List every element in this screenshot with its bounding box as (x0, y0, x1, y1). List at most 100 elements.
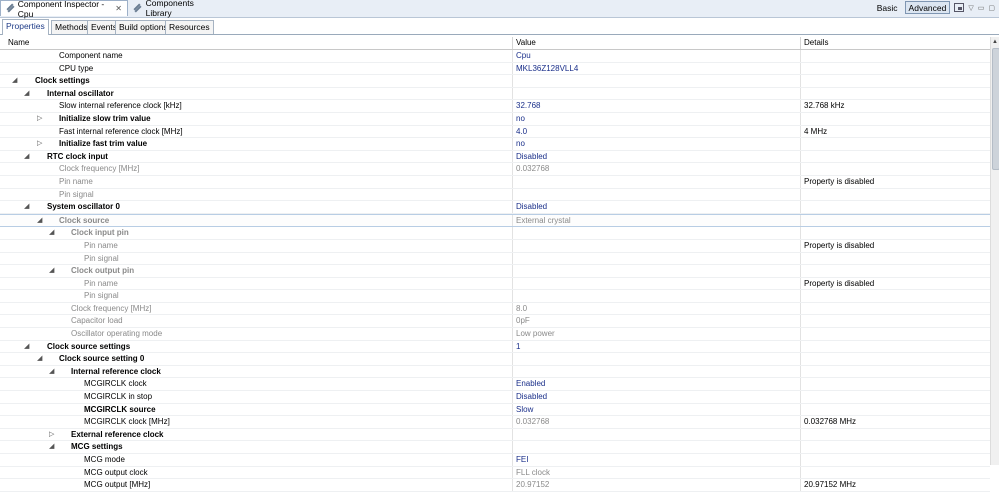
property-value[interactable]: 32.768 (516, 100, 540, 112)
table-row[interactable]: ◢ Clock source External crystal (0, 213, 990, 228)
property-value[interactable]: Disabled (516, 151, 547, 163)
table-row[interactable]: MCG output [MHz] 20.97152 20.97152 MHz (0, 479, 990, 492)
scroll-up-icon[interactable]: ▲ (992, 39, 998, 45)
expanded-arrow-icon[interactable]: ◢ (49, 265, 54, 277)
table-row[interactable]: Oscillator operating mode Low power (0, 328, 990, 341)
property-value[interactable]: FEI (516, 454, 528, 466)
column-name[interactable]: Name (8, 38, 29, 47)
property-name: MCG settings (71, 442, 123, 452)
collapsed-arrow-icon[interactable]: ▷ (37, 113, 42, 125)
table-row[interactable]: MCG output clock FLL clock (0, 466, 990, 480)
property-value[interactable]: FLL clock (516, 467, 550, 479)
table-row[interactable]: MCGIRCLK clock Enabled (0, 378, 990, 392)
expanded-arrow-icon[interactable]: ◢ (49, 366, 54, 378)
maximize-icon[interactable]: ▢ (988, 4, 995, 12)
vertical-scrollbar[interactable]: ▲ (990, 37, 999, 465)
property-name: Clock input pin (71, 228, 129, 238)
expanded-arrow-icon[interactable]: ◢ (24, 88, 29, 100)
table-row[interactable]: Slow internal reference clock [kHz] 32.76… (0, 100, 990, 113)
expanded-arrow-icon[interactable]: ◢ (49, 227, 54, 239)
expanded-arrow-icon[interactable]: ◢ (24, 151, 29, 163)
property-name: Pin signal (84, 253, 119, 263)
table-row[interactable]: Fast internal reference clock [MHz] 4.0 4 … (0, 125, 990, 139)
tab-component-inspector[interactable]: Component Inspector - Cpu ✕ (0, 0, 128, 19)
tab-resources[interactable]: Resources (165, 20, 214, 34)
table-row[interactable]: Pin signal (0, 290, 990, 303)
property-details: 4 MHz (804, 126, 828, 136)
property-details: 20.97152 MHz (804, 480, 857, 490)
property-value[interactable]: 0pF (516, 315, 530, 327)
table-row[interactable]: MCGIRCLK clock [MHz] 0.032768 0.032768 MHz (0, 416, 990, 429)
components-library-icon (133, 4, 142, 13)
expanded-arrow-icon[interactable]: ◢ (37, 215, 42, 227)
tab-properties[interactable]: Properties (2, 19, 49, 35)
table-row[interactable]: Pin name Property is disabled (0, 239, 990, 253)
property-value[interactable]: Slow (516, 404, 533, 416)
property-value[interactable]: no (516, 138, 525, 150)
table-row[interactable]: Pin signal (0, 252, 990, 266)
table-header: Name Value Details (0, 37, 990, 50)
table-row[interactable]: MCGIRCLK source Slow (0, 403, 990, 417)
table-row[interactable]: CPU type MKL36Z128VLL4 (0, 62, 990, 76)
table-row[interactable]: ◢ MCG settings (0, 441, 990, 454)
property-name: Internal oscillator (47, 88, 114, 98)
property-value[interactable]: Disabled (516, 201, 547, 213)
view-tab-bar: Component Inspector - Cpu ✕ Components L… (0, 0, 999, 19)
table-row[interactable]: Component name Cpu (0, 50, 990, 63)
property-name: Pin name (84, 278, 118, 288)
table-row[interactable]: ▷ Initialize slow trim value no (0, 112, 990, 126)
property-details: Property is disabled (804, 278, 875, 288)
expanded-arrow-icon[interactable]: ◢ (37, 353, 42, 365)
property-value[interactable]: 1 (516, 341, 520, 353)
table-row[interactable]: Pin name Property is disabled (0, 175, 990, 189)
table-row[interactable]: ◢ Clock input pin (0, 227, 990, 240)
minimize-icon[interactable]: ▭ (978, 4, 985, 12)
expanded-arrow-icon[interactable]: ◢ (24, 341, 29, 353)
property-value[interactable]: no (516, 113, 525, 125)
property-value[interactable]: MKL36Z128VLL4 (516, 63, 578, 75)
table-row[interactable]: Clock frequency [MHz] 0.032768 (0, 163, 990, 176)
table-row[interactable]: ◢ Clock output pin (0, 265, 990, 278)
table-row[interactable]: Pin signal (0, 188, 990, 202)
tab-components-library[interactable]: Components Library (128, 0, 224, 18)
view-menu-icon[interactable]: ▽ (968, 4, 973, 12)
table-row[interactable]: Clock frequency [MHz] 8.0 (0, 302, 990, 316)
property-value[interactable]: 8.0 (516, 303, 527, 315)
property-value[interactable]: Cpu (516, 50, 531, 62)
column-details[interactable]: Details (804, 38, 828, 47)
tab-methods[interactable]: Methods (51, 20, 92, 34)
close-icon[interactable]: ✕ (115, 4, 122, 13)
column-value[interactable]: Value (516, 38, 536, 47)
property-value[interactable]: Disabled (516, 391, 547, 403)
collapsed-arrow-icon[interactable]: ▷ (49, 429, 54, 441)
property-tabs: Properties Methods Events Build options … (0, 18, 999, 35)
tab-build-options[interactable]: Build options (115, 20, 172, 34)
expanded-arrow-icon[interactable]: ◢ (49, 441, 54, 453)
table-row[interactable]: ◢ Internal reference clock (0, 365, 990, 379)
property-value[interactable]: External crystal (516, 215, 571, 227)
table-row[interactable]: ◢ Clock source setting 0 (0, 353, 990, 366)
expanded-arrow-icon[interactable]: ◢ (12, 75, 17, 87)
property-value[interactable]: 20.97152 (516, 479, 549, 491)
property-value[interactable]: 0.032768 (516, 416, 549, 428)
scrollbar-thumb[interactable] (992, 48, 999, 170)
table-row[interactable]: ◢ Clock source settings 1 (0, 340, 990, 354)
table-row[interactable]: Pin name Property is disabled (0, 277, 990, 291)
expanded-arrow-icon[interactable]: ◢ (24, 201, 29, 213)
table-row[interactable]: Capacitor load 0pF (0, 315, 990, 329)
advanced-button[interactable]: Advanced (904, 1, 951, 14)
table-row[interactable]: ▷ External reference clock (0, 428, 990, 442)
property-value[interactable]: Low power (516, 328, 555, 340)
table-row[interactable]: ◢ System oscillator 0 Disabled (0, 201, 990, 214)
table-row[interactable]: MCGIRCLK in stop Disabled (0, 391, 990, 404)
table-row[interactable]: ◢ RTC clock input Disabled (0, 150, 990, 164)
property-value[interactable]: 0.032768 (516, 163, 549, 175)
basic-button[interactable]: Basic (874, 1, 901, 14)
table-row[interactable]: ◢ Clock settings (0, 75, 990, 88)
collapsed-arrow-icon[interactable]: ▷ (37, 138, 42, 150)
property-value[interactable]: 4.0 (516, 126, 527, 138)
layout-icon[interactable] (954, 3, 965, 12)
property-value[interactable]: Enabled (516, 378, 545, 390)
table-row[interactable]: ▷ Initialize fast trim value no (0, 138, 990, 151)
table-row[interactable]: ◢ Internal oscillator (0, 87, 990, 101)
